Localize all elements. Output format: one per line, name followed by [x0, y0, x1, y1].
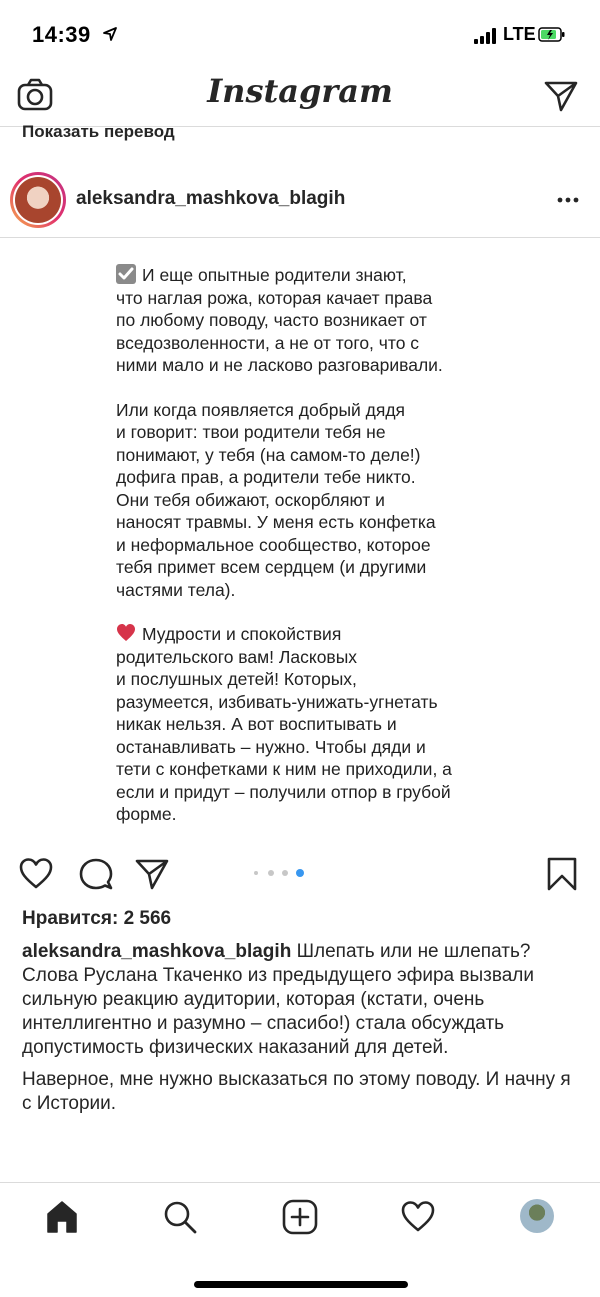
- caption-body-1: Слова Руслана Ткаченко из предыдущего эф…: [22, 965, 534, 1058]
- post-image[interactable]: И еще опытные родители знают, что наглая…: [0, 238, 600, 848]
- image-paragraph-1: И еще опытные родители знают, что наглая…: [116, 265, 443, 375]
- caption-body-2: Наверное, мне нужно высказаться по этому…: [22, 1069, 571, 1114]
- caption-username[interactable]: aleksandra_mashkova_blagih: [22, 941, 291, 962]
- image-paragraph-3: Мудрости и спокойствия родительского вам…: [116, 624, 452, 824]
- activity-heart-icon[interactable]: [400, 1199, 436, 1235]
- top-nav: Instagram: [0, 70, 600, 126]
- post-header: aleksandra_mashkova_blagih: [0, 170, 600, 232]
- location-arrow-icon: [103, 27, 117, 41]
- share-icon[interactable]: [134, 856, 170, 892]
- signal-strength-icon: [474, 28, 496, 44]
- bookmark-icon[interactable]: [544, 856, 580, 892]
- carousel-dot: [282, 870, 288, 876]
- instagram-logo[interactable]: Instagram: [0, 72, 600, 110]
- caption-header: aleksandra_mashkova_blagih Шлепать или н…: [22, 940, 582, 964]
- home-icon[interactable]: [44, 1199, 80, 1235]
- comment-icon[interactable]: [78, 856, 114, 892]
- image-paragraph: Мудрости и спокойствия родительского вам…: [116, 623, 496, 826]
- more-options-icon[interactable]: [556, 190, 580, 210]
- search-icon[interactable]: [162, 1199, 198, 1235]
- heart-emoji-icon: [117, 624, 135, 641]
- avatar[interactable]: [10, 172, 66, 228]
- carousel-dot-active: [296, 869, 304, 877]
- home-indicator[interactable]: [194, 1281, 408, 1288]
- battery-icon: [538, 27, 565, 42]
- status-bar: 14:39 LTE: [0, 0, 600, 70]
- bottom-tab-bar: [0, 1182, 600, 1297]
- post-image-text: И еще опытные родители знают, что наглая…: [116, 264, 496, 848]
- carousel-dot: [268, 870, 274, 876]
- caption-title: Шлепать или не шлепать?: [291, 941, 531, 962]
- post-caption: aleksandra_mashkova_blagih Шлепать или н…: [22, 940, 582, 1116]
- carousel-dot: [254, 871, 258, 875]
- show-translation-link[interactable]: Показать перевод: [22, 122, 175, 142]
- image-paragraph-2: Или когда появляется добрый дядя и говор…: [116, 399, 436, 600]
- network-type: LTE: [503, 24, 536, 44]
- check-mark-icon: [116, 264, 136, 284]
- profile-avatar-tab[interactable]: [520, 1199, 554, 1233]
- direct-message-icon[interactable]: [543, 78, 579, 114]
- image-paragraph: И еще опытные родители знают, что наглая…: [116, 264, 496, 377]
- new-post-icon[interactable]: [282, 1199, 318, 1235]
- post-username[interactable]: aleksandra_mashkova_blagih: [76, 188, 345, 210]
- carousel-indicator: [252, 868, 322, 878]
- like-heart-icon[interactable]: [18, 856, 54, 892]
- status-time: 14:39: [32, 22, 91, 47]
- post-actions: [0, 850, 600, 898]
- likes-count[interactable]: Нравится: 2 566: [22, 908, 171, 930]
